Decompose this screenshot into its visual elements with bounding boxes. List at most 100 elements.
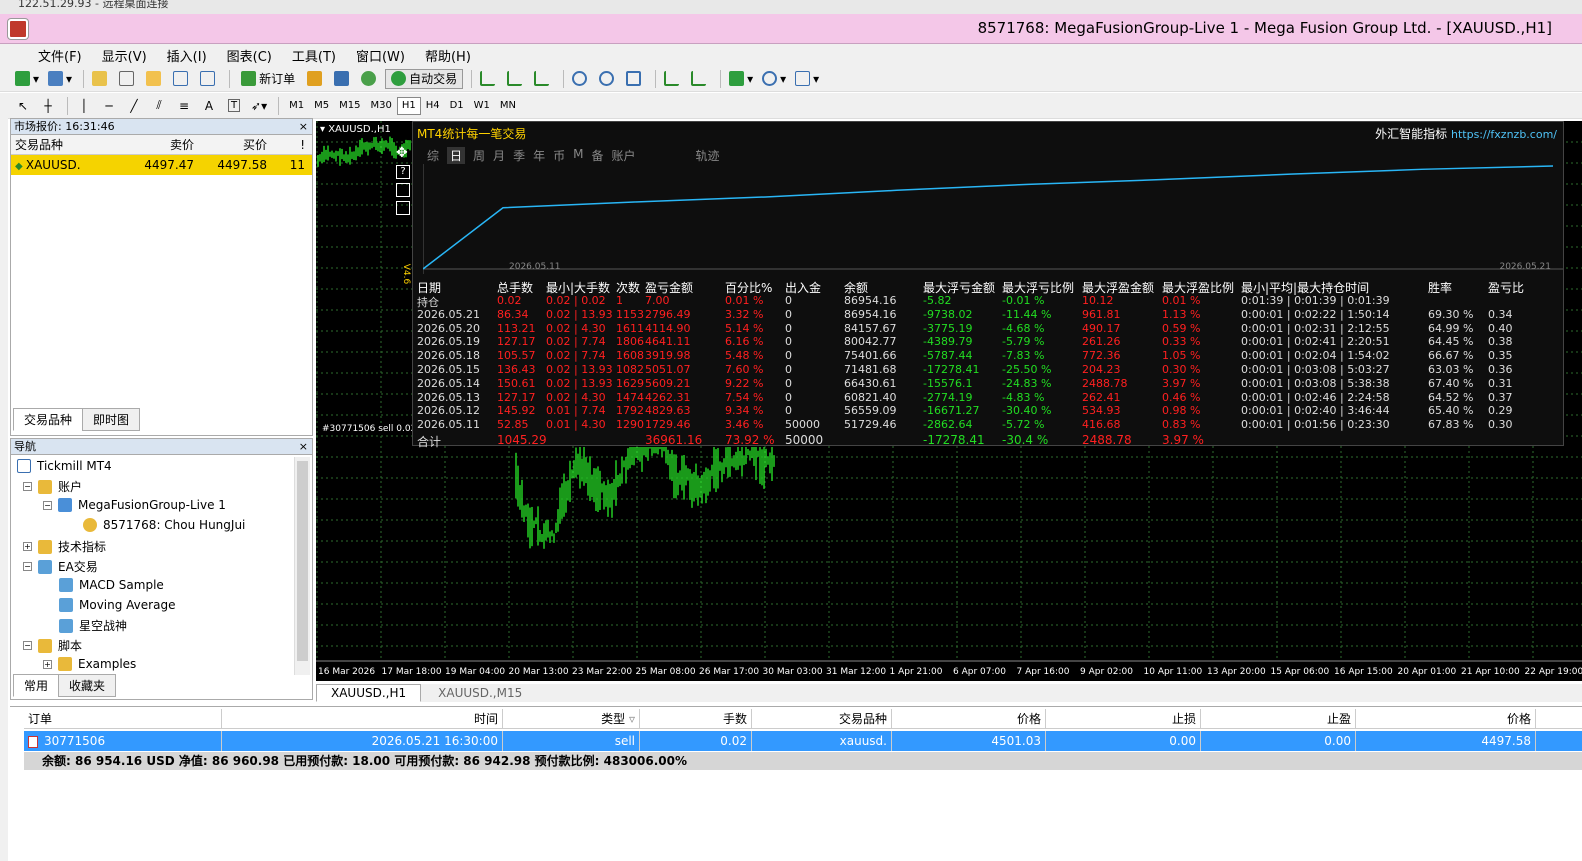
col-type[interactable]: 类型 ▿: [503, 709, 640, 728]
cursor-button[interactable]: ↖: [12, 96, 34, 116]
col-time[interactable]: 时间: [222, 709, 503, 728]
tab-tick-chart[interactable]: 即时图: [82, 408, 141, 431]
menu-tools[interactable]: 工具(T): [282, 46, 346, 65]
nav-scripts[interactable]: − 脚本: [23, 637, 82, 654]
nav-ea-ma[interactable]: Moving Average: [59, 598, 175, 612]
col-current-price[interactable]: 价格: [1356, 709, 1536, 728]
stats-tab[interactable]: 轨迹: [696, 147, 720, 164]
menu-file[interactable]: 文件(F): [28, 46, 92, 65]
channel-button[interactable]: ⫽: [148, 96, 170, 116]
trendline-button[interactable]: ╱: [123, 96, 145, 116]
settings-icon[interactable]: [396, 183, 410, 197]
horizontal-line-button[interactable]: ─: [98, 96, 120, 116]
col-bid[interactable]: 卖价: [125, 135, 198, 154]
timeframe-h1[interactable]: H1: [396, 96, 421, 115]
refresh-icon[interactable]: [396, 201, 410, 215]
zoom-out-button[interactable]: [596, 69, 620, 89]
nav-ea-macd[interactable]: MACD Sample: [59, 578, 164, 592]
chart-shift-button[interactable]: [688, 69, 712, 89]
expand-icon[interactable]: +: [23, 542, 32, 551]
help-icon[interactable]: ?: [396, 165, 410, 179]
col-symbol[interactable]: 交易品种: [752, 709, 892, 728]
nav-experts[interactable]: − EA交易: [23, 558, 98, 575]
vertical-line-button[interactable]: │: [73, 96, 95, 116]
timeframe-m1[interactable]: M1: [284, 97, 309, 115]
stats-tab[interactable]: 周: [473, 147, 485, 164]
zoom-in-button[interactable]: [569, 69, 593, 89]
navigator-scrollbar[interactable]: [294, 457, 310, 675]
col-spread[interactable]: !: [271, 135, 311, 154]
timeframe-mn[interactable]: MN: [495, 97, 521, 115]
timeframe-m15[interactable]: M15: [334, 97, 365, 115]
arrows-button[interactable]: ➶ ▾: [248, 96, 270, 116]
market-watch-button[interactable]: [89, 69, 113, 89]
tab-symbols[interactable]: 交易品种: [13, 408, 84, 431]
periods-button[interactable]: ▾: [759, 69, 789, 89]
new-order-button[interactable]: 新订单: [235, 69, 301, 89]
stats-tab[interactable]: 月: [493, 147, 505, 164]
nav-server[interactable]: − MegaFusionGroup-Live 1: [43, 498, 226, 512]
tab-common[interactable]: 常用: [13, 674, 60, 697]
tile-windows-button[interactable]: [623, 69, 647, 89]
stats-tab[interactable]: 备: [591, 147, 603, 164]
nav-accounts[interactable]: − 账户: [23, 478, 82, 495]
bar-chart-button[interactable]: [477, 69, 501, 89]
indicators-button[interactable]: ▾: [726, 69, 756, 89]
crosshair-button[interactable]: ┼: [37, 96, 59, 116]
nav-indicators[interactable]: + 技术指标: [23, 538, 106, 555]
collapse-icon[interactable]: −: [23, 482, 32, 491]
new-chart-button[interactable]: ▾: [12, 69, 42, 89]
stats-tab[interactable]: 年: [533, 147, 545, 164]
collapse-icon[interactable]: −: [23, 641, 32, 650]
col-price[interactable]: 价格: [892, 709, 1046, 728]
order-row[interactable]: 30771506 2026.05.21 16:30:00 sell 0.02 x…: [24, 731, 1582, 751]
nav-ea-xkzs[interactable]: 星空战神: [59, 617, 127, 634]
col-order[interactable]: 订单: [24, 709, 222, 728]
profiles-button[interactable]: ▾: [45, 69, 75, 89]
stats-tab[interactable]: 综: [427, 147, 439, 164]
auto-trading-button[interactable]: 自动交易: [385, 68, 464, 89]
timeframe-m30[interactable]: M30: [365, 97, 396, 115]
stats-tab[interactable]: 季: [513, 147, 525, 164]
tester-button[interactable]: [197, 69, 221, 89]
price-chart[interactable]: 16 Mar 2026 17 Mar 18:00 19 Mar 04:00 20 Ma…: [316, 121, 1582, 681]
close-icon[interactable]: ×: [299, 439, 308, 455]
tab-favorites[interactable]: 收藏夹: [58, 674, 117, 697]
col-ask[interactable]: 买价: [198, 135, 271, 154]
stats-tab[interactable]: 日: [447, 147, 466, 164]
auto-scroll-button[interactable]: [661, 69, 685, 89]
metaeditor-button[interactable]: [304, 69, 328, 89]
menu-charts[interactable]: 图表(C): [217, 46, 282, 65]
chart-tab-h1[interactable]: XAUUSD.,H1: [316, 684, 422, 702]
candlestick-button[interactable]: [504, 69, 528, 89]
nav-account[interactable]: 8571768: Chou HungJui: [83, 518, 245, 532]
data-window-button[interactable]: [116, 69, 140, 89]
move-icon[interactable]: ✥: [396, 145, 408, 161]
nav-root[interactable]: Tickmill MT4: [17, 459, 112, 473]
market-watch-row[interactable]: ◆ XAUUSD. 4497.47 4497.58 11: [11, 155, 312, 175]
col-volume[interactable]: 手数: [640, 709, 752, 728]
menu-window[interactable]: 窗口(W): [346, 46, 415, 65]
stats-tab[interactable]: 币: [553, 147, 565, 164]
close-icon[interactable]: ×: [299, 119, 308, 135]
market-button[interactable]: [358, 69, 382, 89]
stats-brand[interactable]: 外汇智能指标 https://fxznzb.com/: [1375, 125, 1557, 142]
chart-tab-m15[interactable]: XAUUSD.,M15: [423, 684, 538, 702]
menu-help[interactable]: 帮助(H): [415, 46, 481, 65]
timeframe-d1[interactable]: D1: [445, 97, 469, 115]
stats-tab[interactable]: 账户: [611, 147, 635, 164]
signals-button[interactable]: [331, 69, 355, 89]
timeframe-w1[interactable]: W1: [469, 97, 495, 115]
menu-view[interactable]: 显示(V): [92, 46, 157, 65]
collapse-icon[interactable]: −: [23, 562, 32, 571]
expand-icon[interactable]: +: [43, 659, 52, 669]
collapse-icon[interactable]: −: [43, 500, 52, 510]
text-button[interactable]: A: [198, 96, 220, 116]
line-chart-button[interactable]: [531, 69, 555, 89]
col-symbol[interactable]: 交易品种: [11, 135, 125, 154]
timeframe-h4[interactable]: H4: [421, 97, 445, 115]
col-tp[interactable]: 止盈: [1201, 709, 1356, 728]
menu-insert[interactable]: 插入(I): [157, 46, 217, 65]
navigator-button[interactable]: [143, 69, 167, 89]
templates-button[interactable]: ▾: [792, 69, 822, 89]
